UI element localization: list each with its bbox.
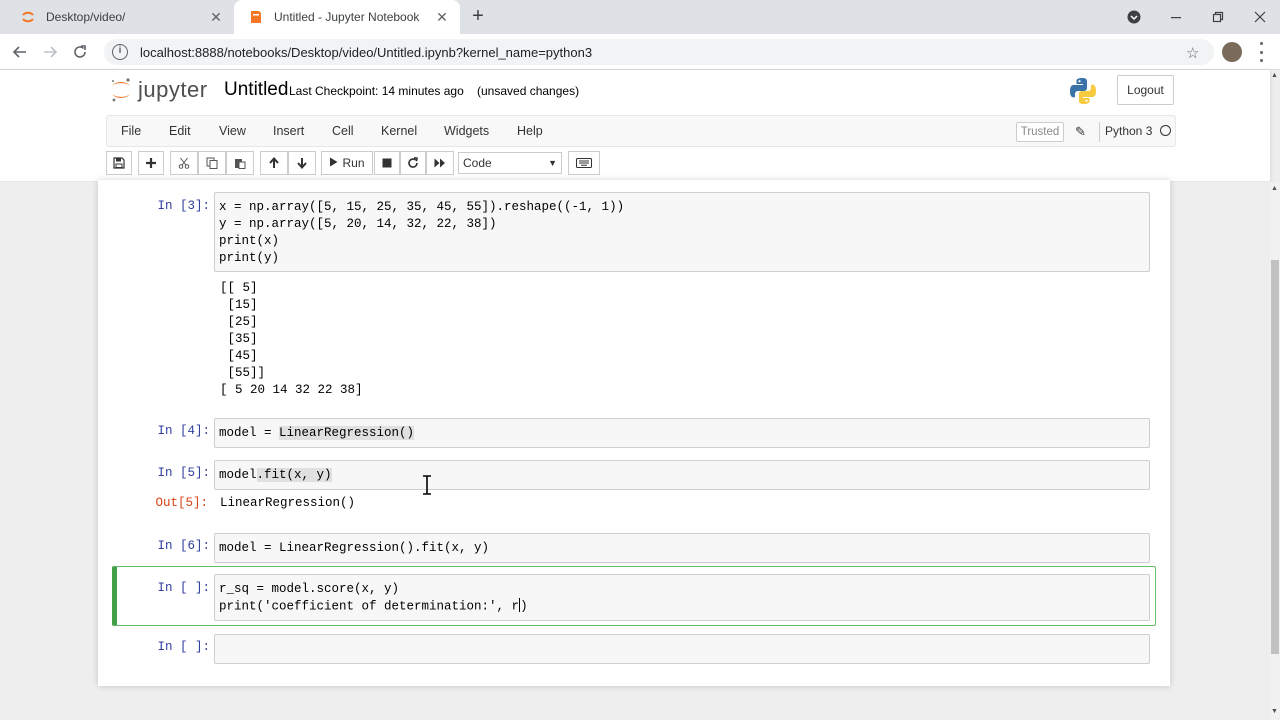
profile-menu-icon[interactable]: [1114, 0, 1154, 34]
code-cell-input[interactable]: [214, 634, 1150, 664]
cut-icon[interactable]: [170, 151, 198, 175]
cell-prompt: In [3]:: [157, 199, 210, 213]
menu-kernel[interactable]: Kernel: [381, 124, 417, 138]
code-cell-input[interactable]: model = LinearRegression(): [214, 418, 1150, 448]
notebook-site: In [3]: x = np.array([5, 15, 25, 35, 45,…: [0, 180, 1270, 720]
interrupt-icon[interactable]: [374, 151, 400, 175]
window-close-icon[interactable]: [1240, 0, 1280, 34]
restore-icon[interactable]: [1198, 0, 1238, 34]
add-cell-icon[interactable]: [138, 151, 164, 175]
tab-untitled-notebook[interactable]: Untitled - Jupyter Notebook ✕: [234, 0, 460, 34]
kernel-name[interactable]: Python 3: [1105, 124, 1152, 138]
cell-prompt: In [5]:: [157, 466, 210, 480]
logout-button[interactable]: Logout: [1117, 75, 1174, 105]
edit-pencil-icon[interactable]: ✎: [1075, 124, 1086, 140]
jupyter-header: jupyter Untitled Last Checkpoint: 14 min…: [0, 70, 1270, 182]
save-icon[interactable]: [106, 151, 132, 175]
scroll-up-icon[interactable]: ▲: [1271, 185, 1278, 192]
code-highlight: LinearRegression(): [279, 426, 415, 440]
kernel-idle-indicator-icon: [1160, 125, 1171, 136]
cell-type-value: Code: [463, 156, 492, 170]
trusted-badge[interactable]: Trusted: [1016, 122, 1064, 142]
cell-prompt: In [4]:: [157, 424, 210, 438]
code-fragment: model: [219, 468, 257, 482]
run-icon: [329, 156, 338, 170]
code-line: ): [520, 599, 528, 614]
cell-output: [[ 5] [15] [25] [35] [45] [55]] [ 5 20 1…: [220, 281, 363, 397]
jupyter-logo-text: jupyter: [138, 77, 208, 102]
move-down-icon[interactable]: [288, 151, 316, 175]
code-cell-input[interactable]: model.fit(x, y): [214, 460, 1150, 490]
close-icon[interactable]: ✕: [434, 9, 450, 25]
site-info-icon[interactable]: i: [112, 44, 128, 60]
browser-tab-bar: Desktop/video/ ✕ Untitled - Jupyter Note…: [0, 0, 1280, 34]
tab-desktop-video[interactable]: Desktop/video/ ✕: [6, 0, 234, 34]
code-text[interactable]: r_sq = model.score(x, y) print('coeffici…: [215, 575, 1149, 619]
tab-title: Desktop/video/: [46, 10, 126, 24]
code-text[interactable]: [215, 635, 1149, 645]
tab-title: Untitled - Jupyter Notebook: [274, 10, 420, 24]
bookmark-star-icon[interactable]: ☆: [1186, 44, 1199, 62]
cell-output: LinearRegression(): [220, 496, 356, 510]
page-scroll-up-icon[interactable]: ▲: [1271, 72, 1278, 79]
code-cell-input[interactable]: model = LinearRegression().fit(x, y): [214, 533, 1150, 563]
run-label: Run: [342, 156, 365, 170]
output-prompt: Out[5]:: [155, 496, 208, 510]
menu-cell[interactable]: Cell: [332, 124, 354, 138]
cell-prompt: In [6]:: [157, 539, 210, 553]
code-fragment: model =: [219, 426, 280, 440]
code-text[interactable]: model = LinearRegression().fit(x, y): [215, 534, 1149, 561]
menu-widgets[interactable]: Widgets: [444, 124, 489, 138]
ibeam-cursor-icon: [421, 475, 433, 495]
new-tab-button[interactable]: +: [468, 6, 488, 27]
close-icon[interactable]: ✕: [208, 9, 224, 25]
restart-run-all-icon[interactable]: [426, 151, 454, 175]
code-text[interactable]: x = np.array([5, 15, 25, 35, 45, 55]).re…: [215, 193, 1149, 271]
python-logo-icon: [1068, 76, 1098, 106]
jupyter-logo-icon: [110, 77, 132, 103]
code-line: print('coefficient of determination:', r: [219, 599, 520, 614]
move-up-icon[interactable]: [260, 151, 288, 175]
jupyter-favicon-icon: [20, 9, 36, 25]
menu-edit[interactable]: Edit: [169, 124, 191, 138]
autosave-status: (unsaved changes): [477, 84, 580, 98]
menu-help[interactable]: Help: [517, 124, 543, 138]
scroll-down-icon[interactable]: ▼: [1271, 708, 1278, 715]
menu-view[interactable]: View: [219, 124, 246, 138]
menu-file[interactable]: File: [121, 124, 141, 138]
restart-icon[interactable]: [400, 151, 426, 175]
chevron-down-icon: ▼: [548, 158, 557, 168]
browser-menu-icon[interactable]: [1258, 42, 1264, 62]
copy-icon[interactable]: [198, 151, 226, 175]
url-text: localhost:8888/notebooks/Desktop/video/U…: [140, 44, 593, 60]
menu-insert[interactable]: Insert: [273, 124, 304, 138]
notebook-scrollbar[interactable]: [1270, 182, 1280, 720]
minimize-icon[interactable]: [1156, 0, 1196, 34]
code-cell-input[interactable]: x = np.array([5, 15, 25, 35, 45, 55]).re…: [214, 192, 1150, 272]
checkpoint-status: Last Checkpoint: 14 minutes ago: [289, 84, 464, 98]
address-bar-row: i localhost:8888/notebooks/Desktop/video…: [0, 34, 1280, 70]
cell-prompt: In [ ]:: [157, 581, 210, 595]
scrollbar-thumb[interactable]: [1271, 260, 1279, 654]
code-text[interactable]: model = LinearRegression(): [215, 419, 1149, 446]
code-text[interactable]: model.fit(x, y): [215, 461, 1149, 488]
kernel-divider: [1099, 122, 1100, 142]
code-line: r_sq = model.score(x, y): [219, 582, 400, 596]
forward-arrow-icon[interactable]: [38, 40, 62, 64]
cell-type-select[interactable]: Code ▼: [458, 152, 562, 174]
profile-avatar[interactable]: [1222, 42, 1242, 62]
reload-icon[interactable]: [68, 40, 92, 64]
cell-prompt: In [ ]:: [157, 640, 210, 654]
keyboard-icon[interactable]: [568, 151, 600, 175]
paste-icon[interactable]: [226, 151, 254, 175]
jupyter-logo[interactable]: jupyter: [110, 77, 208, 103]
notebook-favicon-icon: [248, 9, 264, 25]
code-highlight: .fit(x, y): [256, 468, 332, 482]
notebook-name[interactable]: Untitled: [224, 79, 288, 101]
back-arrow-icon[interactable]: [8, 40, 32, 64]
notebook-container: In [3]: x = np.array([5, 15, 25, 35, 45,…: [98, 180, 1170, 686]
run-button[interactable]: Run: [321, 151, 373, 175]
url-input[interactable]: i localhost:8888/notebooks/Desktop/video…: [104, 39, 1214, 65]
code-cell-input-active[interactable]: r_sq = model.score(x, y) print('coeffici…: [214, 574, 1150, 621]
